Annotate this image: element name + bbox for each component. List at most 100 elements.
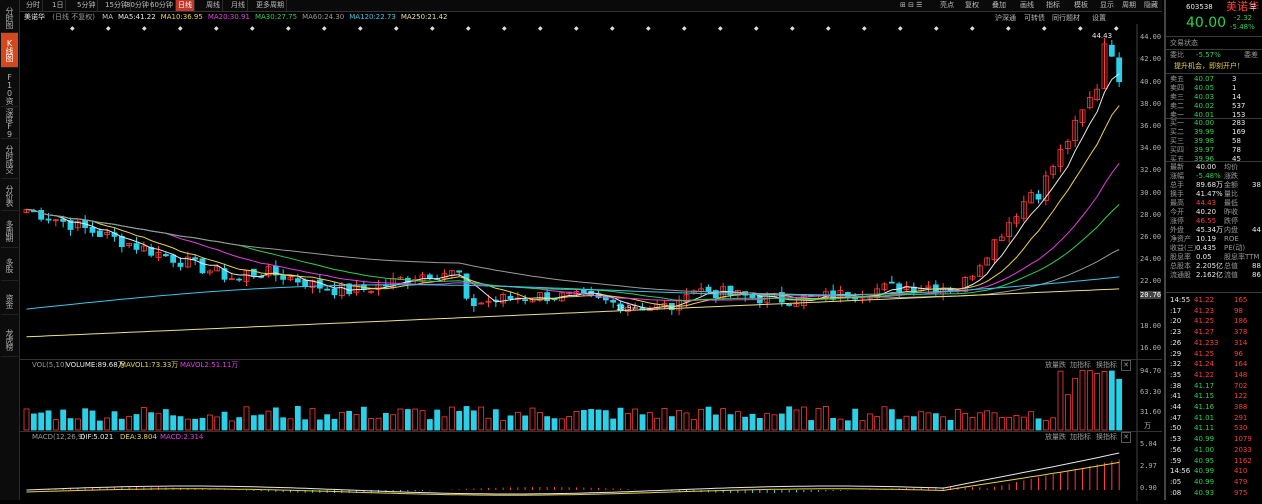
macd-tab-1[interactable]: 放量跌 [1045, 433, 1066, 442]
bid-row-price[interactable]: 39.99 [1194, 128, 1214, 137]
toolbar-adjust[interactable]: 复权 [965, 0, 979, 11]
stat-k2: 总值 [1224, 262, 1238, 270]
macd-dif: DIF:5.021 [80, 433, 114, 441]
toolbar-period[interactable]: 周期 [1122, 0, 1136, 11]
macd-tab-2[interactable]: 加指标 [1070, 433, 1091, 442]
volume-bar [749, 413, 756, 431]
volume-bar [390, 414, 397, 431]
toolbar-display[interactable]: 显示 [1100, 0, 1114, 11]
tick-t: 14:55 [1170, 296, 1191, 304]
stat-v2: 44 [1252, 226, 1261, 234]
stat-k1: 外盘 [1170, 226, 1184, 234]
kline-chart[interactable]: ◆ ◆ ◆ ◆ ◆ ◆ ◆ ◆ ◆ ◆ ◆ ◆ ◆ ◆ ◆ ◆ ◆ ◆ ◆ ◆ ◆ ◆ ◆ ◆ ◆ ◆ ◆ ◆ ◆ ◆ 44.43 18.… [20, 24, 1162, 359]
stat-k1: 今开 [1170, 208, 1184, 216]
macd-close-icon[interactable]: ✕ [1121, 432, 1131, 443]
period-1day[interactable]: 1日 [50, 0, 67, 11]
vol-title: VOL(5,10) [32, 361, 68, 369]
ask-row-price[interactable]: 40.03 [1194, 93, 1214, 102]
macd-value: MACD:2.314 [160, 433, 204, 441]
tick-t: :56 [1170, 445, 1182, 454]
period-more[interactable]: 更多周期 [254, 0, 287, 11]
toolbar-icons[interactable]: ⊞ ⊟ ☰ [900, 0, 922, 11]
nav-kline[interactable]: K线图 [1, 33, 18, 68]
volume-bar [272, 407, 279, 431]
volume-panel[interactable]: VOL(5,10) VOLUME:89.68万 MAVOL1:73.33万 MA… [20, 359, 1162, 432]
signal-marker: ◆ [970, 25, 975, 32]
signal-marker: ◆ [70, 25, 75, 32]
vol-close-icon[interactable]: ✕ [1121, 360, 1131, 371]
period-intraday[interactable]: 分时 [24, 0, 43, 11]
trade-status-label: 交易状态 [1170, 39, 1198, 47]
volume-bar [302, 419, 309, 431]
period-weekly[interactable]: 周线 [204, 0, 223, 11]
period-60min[interactable]: 60分钟 [148, 0, 176, 11]
candle-body [1116, 57, 1123, 83]
volume-bar [903, 415, 910, 431]
tab-peer-topic[interactable]: 同行题材 [1052, 13, 1080, 23]
volume-bar [1050, 417, 1057, 431]
ask-row-price[interactable]: 40.05 [1194, 84, 1214, 93]
ma-item-6: MA120:22.73 [349, 13, 396, 21]
bid-row-price[interactable]: 40.00 [1194, 119, 1214, 128]
toolbar-hide[interactable]: 隐藏 [1144, 0, 1158, 11]
ask-row-price[interactable]: 40.07 [1194, 75, 1214, 84]
volume-bar [837, 418, 844, 431]
tab-settings[interactable]: 设置 [1092, 13, 1106, 23]
volume-bar [236, 417, 243, 431]
promo-banner[interactable]: 提升机会，即刻开户！ [1174, 62, 1244, 71]
stock-code: 603538 [1186, 3, 1213, 11]
stat-k2: 内盘 [1224, 226, 1238, 234]
candle-body [331, 288, 338, 296]
toolbar-template[interactable]: 模板 [1074, 0, 1088, 11]
nav-intraday[interactable]: 分时图 [1, 2, 18, 33]
signal-marker: ◆ [862, 25, 867, 32]
tab-hsgt[interactable]: 沪深通 [995, 13, 1016, 23]
volume-bar [45, 410, 52, 431]
macd-dea: DEA:3.804 [120, 433, 157, 441]
vol-tab-1[interactable]: 放量跌 [1045, 361, 1066, 370]
candle-body [177, 262, 184, 267]
volume-bar [522, 415, 529, 431]
nav-multi-stock[interactable]: 多股 [1, 250, 18, 281]
ask-row-price[interactable]: 40.02 [1194, 102, 1214, 111]
stat-v1: 44.43 [1196, 199, 1217, 207]
nav-price-table[interactable]: 分价表 [1, 180, 18, 211]
period-5min[interactable]: 5分钟 [75, 0, 99, 11]
volume-bar [96, 420, 103, 431]
volume-bar [492, 409, 499, 431]
period-monthly[interactable]: 月线 [229, 0, 248, 11]
vol-axis-2: 31.60 [1140, 408, 1162, 416]
nav-depth[interactable]: 深度F9 [1, 108, 18, 139]
bid-row-price[interactable]: 39.98 [1194, 137, 1214, 146]
stat-k1: 净资产 [1170, 235, 1191, 243]
toolbar-highlight[interactable]: 亮点 [940, 0, 954, 11]
volume-bar [1079, 369, 1086, 431]
volume-bar [881, 406, 888, 431]
volume-bar [683, 412, 690, 431]
nav-multi-period[interactable]: 多周期 [1, 213, 18, 248]
nav-lhb[interactable]: 龙虎榜 [1, 322, 18, 357]
toolbar-indicator[interactable]: 指标 [1046, 0, 1060, 11]
tick-p: 40.99 [1194, 467, 1215, 476]
current-price: 40.00 [1186, 15, 1227, 31]
nav-ticks[interactable]: 分时成交 [1, 140, 18, 179]
bid-row-price[interactable]: 39.97 [1194, 146, 1214, 155]
candle-body [170, 254, 177, 263]
nav-funds[interactable]: 资金 [1, 288, 18, 315]
tab-convertible[interactable]: 可转债 [1024, 13, 1045, 23]
vol-tab-3[interactable]: 换指标 [1096, 361, 1117, 370]
volume-bar [918, 411, 925, 431]
toolbar-overlay[interactable]: 叠加 [992, 0, 1006, 11]
volume-bar [551, 418, 558, 431]
nav-f10[interactable]: F10资料 [1, 70, 18, 107]
period-daily[interactable]: 日线 [176, 0, 195, 11]
stock-menu-icon[interactable]: ☰ [1250, 3, 1256, 12]
volume-bar [654, 417, 661, 431]
macd-panel[interactable]: MACD(12,26,9) DIF:5.021 DEA:3.804 MACD:2… [20, 431, 1162, 501]
stat-k2: PE(动) [1224, 244, 1246, 252]
vol-tab-2[interactable]: 加指标 [1070, 361, 1091, 370]
macd-tab-3[interactable]: 换指标 [1096, 433, 1117, 442]
toolbar-draw[interactable]: 画线 [1020, 0, 1034, 11]
signal-marker: ◆ [1078, 25, 1083, 32]
bid-row-vol: 78 [1232, 146, 1241, 154]
